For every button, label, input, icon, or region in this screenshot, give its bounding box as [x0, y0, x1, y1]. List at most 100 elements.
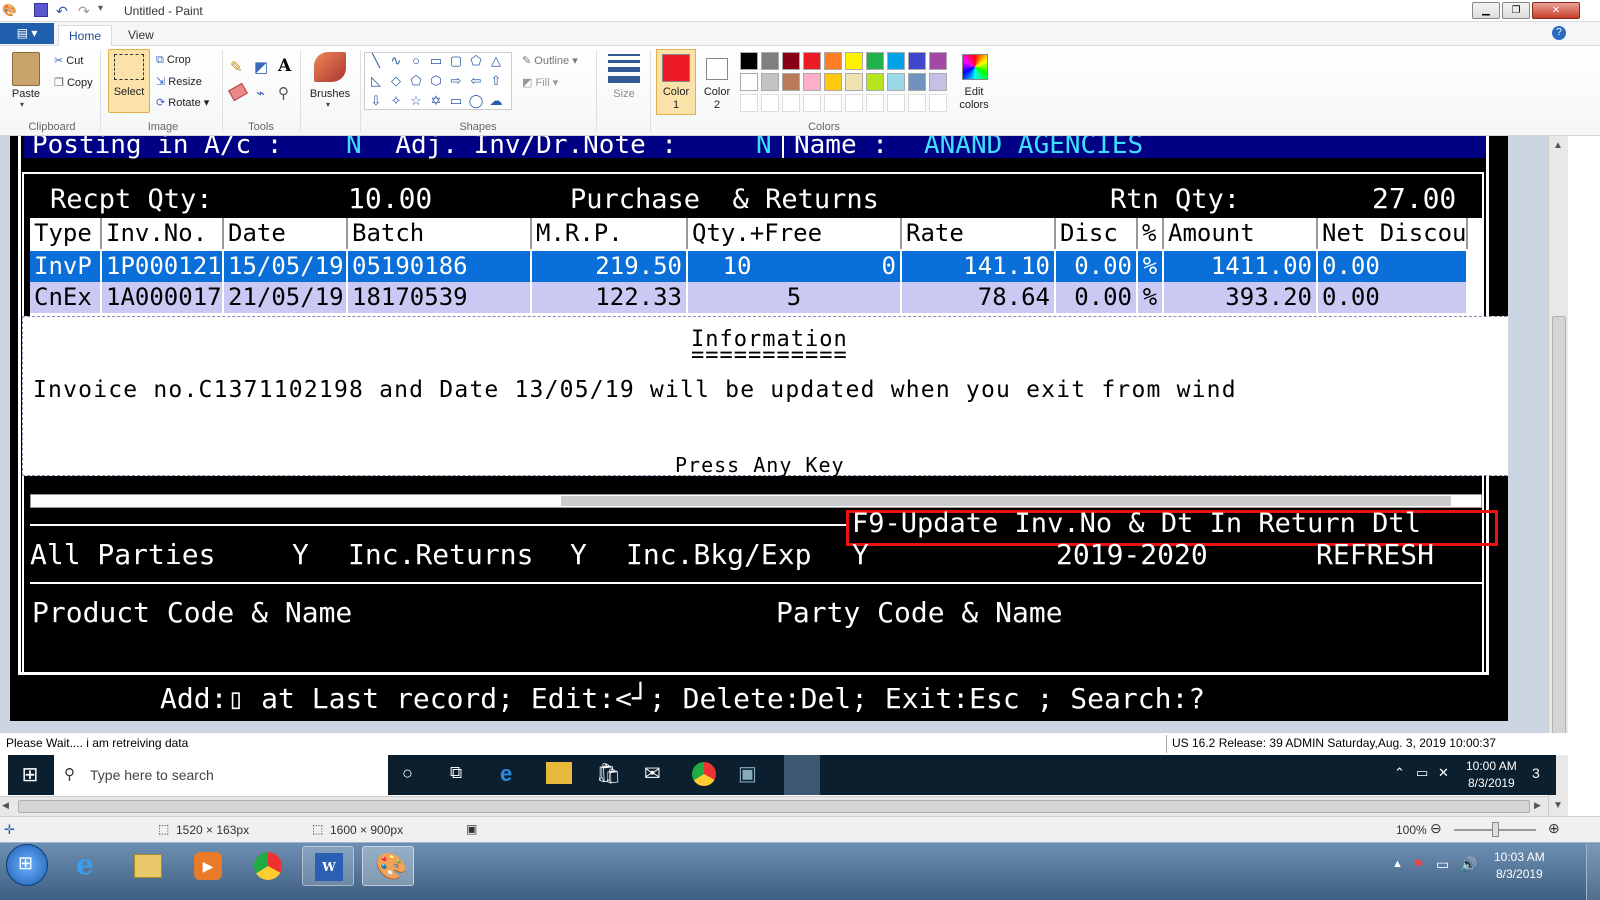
palette-swatch[interactable] [887, 73, 905, 91]
crop-button[interactable]: ⧉ Crop [156, 54, 191, 67]
palette-swatch[interactable] [824, 73, 842, 91]
fill-button[interactable]: ◩ Fill ▾ [522, 76, 558, 89]
palette-empty-swatch[interactable] [929, 94, 947, 112]
palette-swatch[interactable] [740, 52, 758, 70]
help-icon[interactable]: ? [1552, 26, 1566, 40]
clock-time[interactable]: 10:03 AM [1494, 850, 1545, 864]
palette-swatch[interactable] [866, 52, 884, 70]
column-header[interactable]: Batch [348, 218, 532, 249]
rotate-button[interactable]: ⟳ Rotate ▾ [156, 96, 209, 109]
palette-swatch[interactable] [929, 52, 947, 70]
table-cell[interactable]: 1A000017 [102, 282, 224, 313]
brushes-dropdown-icon[interactable]: ▾ [326, 100, 330, 109]
paste-button[interactable]: Paste [8, 88, 44, 100]
table-cell[interactable]: 0.00 [1056, 282, 1138, 313]
callout-oval-icon[interactable]: ◯ [468, 94, 484, 108]
scroll-right-icon[interactable]: ▶ [1534, 800, 1541, 811]
redo-icon[interactable]: ↷ [78, 3, 92, 19]
zoom-out-icon[interactable]: ⊖ [1430, 820, 1442, 837]
fill-bucket-icon[interactable]: ◩ [254, 58, 268, 76]
table-cell[interactable]: 393.20 [1164, 282, 1318, 313]
palette-empty-swatch[interactable] [866, 94, 884, 112]
file-menu-button[interactable]: ▤ ▾ [0, 23, 54, 44]
tab-home[interactable]: Home [58, 25, 113, 46]
five-point-star-icon[interactable]: ☆ [408, 94, 424, 108]
table-cell[interactable]: 0.00 [1056, 251, 1138, 282]
horizontal-scrollbar[interactable]: ◀ ▶ [0, 796, 1548, 816]
four-point-star-icon[interactable]: ✧ [388, 94, 404, 108]
column-header[interactable]: % [1138, 218, 1164, 249]
network-icon[interactable]: ▭ [1436, 856, 1449, 873]
right-arrow-shape-icon[interactable]: ⇨ [448, 74, 464, 88]
palette-swatch[interactable] [782, 52, 800, 70]
table-cell[interactable]: 1411.00 [1164, 251, 1318, 282]
table-cell[interactable]: 219.50 [532, 251, 688, 282]
horizontal-scroll-thumb[interactable] [18, 800, 1530, 813]
palette-empty-swatch[interactable] [761, 94, 779, 112]
line-shape-icon[interactable]: ╲ [368, 54, 384, 68]
callout-rect-icon[interactable]: ▭ [448, 94, 464, 108]
rounded-rect-shape-icon[interactable]: ▢ [448, 54, 464, 68]
palette-swatch[interactable] [740, 73, 758, 91]
six-point-star-icon[interactable]: ✡ [428, 94, 444, 108]
tray-expand-icon[interactable]: ▲ [1392, 858, 1403, 870]
magnifier-icon[interactable]: ⚲ [278, 84, 289, 102]
start-orb[interactable]: ⊞ [6, 844, 48, 886]
callout-cloud-icon[interactable]: ☁ [488, 94, 504, 108]
resize-button[interactable]: ⇲ Resize [156, 75, 202, 88]
up-arrow-shape-icon[interactable]: ⇧ [488, 74, 504, 88]
left-arrow-shape-icon[interactable]: ⇦ [468, 74, 484, 88]
color2-label[interactable]: Color 2 [698, 86, 736, 112]
palette-swatch[interactable] [824, 52, 842, 70]
palette-swatch[interactable] [845, 52, 863, 70]
table-cell[interactable]: 5 [688, 282, 902, 313]
column-header[interactable]: Net Discou [1318, 218, 1468, 249]
palette-empty-swatch[interactable] [803, 94, 821, 112]
text-tool-icon[interactable]: A [278, 56, 291, 76]
table-hscroll-thumb[interactable] [561, 496, 1451, 506]
triangle-shape-icon[interactable]: △ [488, 54, 504, 68]
paste-dropdown-icon[interactable]: ▾ [20, 100, 24, 109]
pencil-icon[interactable]: ✎ [230, 58, 243, 76]
palette-swatch[interactable] [908, 52, 926, 70]
table-cell[interactable]: 141.10 [902, 251, 1056, 282]
scroll-down-icon[interactable]: ▼ [1553, 800, 1563, 811]
table-cell[interactable]: 0.00 [1318, 251, 1468, 282]
hexagon-shape-icon[interactable]: ⬡ [428, 74, 444, 88]
vertical-scroll-thumb[interactable] [1552, 316, 1566, 736]
column-header[interactable]: M.R.P. [532, 218, 688, 249]
customize-qa-icon[interactable]: ▾ [98, 3, 112, 17]
column-header[interactable]: Disc [1056, 218, 1138, 249]
palette-swatch[interactable] [929, 73, 947, 91]
table-vscroll[interactable] [1468, 218, 1482, 318]
palette-swatch[interactable] [803, 52, 821, 70]
table-cell[interactable]: 18170539 [348, 282, 532, 313]
table-cell[interactable]: % [1138, 282, 1164, 313]
pentagon-shape-icon[interactable]: ⬠ [408, 74, 424, 88]
polygon-shape-icon[interactable]: ⬠ [468, 54, 484, 68]
outline-button[interactable]: ✎ Outline ▾ [522, 54, 578, 67]
column-header[interactable]: Qty.+Free [688, 218, 902, 249]
taskbar-word[interactable]: W [302, 846, 354, 886]
maximize-button[interactable]: ❐ [1502, 2, 1530, 19]
palette-swatch[interactable] [761, 52, 779, 70]
table-cell[interactable]: CnEx [30, 282, 102, 313]
undo-icon[interactable]: ↶ [56, 3, 70, 19]
size-button[interactable]: Size [604, 88, 644, 100]
clock-date[interactable]: 8/3/2019 [1496, 867, 1543, 881]
cut-button[interactable]: ✂ Cut [54, 54, 83, 67]
palette-empty-swatch[interactable] [887, 94, 905, 112]
palette-swatch[interactable] [887, 52, 905, 70]
column-header[interactable]: Inv.No. [102, 218, 224, 249]
close-button[interactable]: ✕ [1532, 2, 1580, 19]
curve-shape-icon[interactable]: ∿ [388, 54, 404, 68]
taskbar-explorer[interactable] [122, 846, 174, 886]
table-cell[interactable]: 05190186 [348, 251, 532, 282]
table-cell[interactable]: 78.64 [902, 282, 1056, 313]
column-header[interactable]: Amount [1164, 218, 1318, 249]
edit-colors-button[interactable]: Edit colors [952, 86, 996, 112]
table-hscroll[interactable] [30, 494, 1482, 508]
palette-empty-swatch[interactable] [824, 94, 842, 112]
save-icon[interactable] [34, 3, 48, 17]
action-center-icon[interactable]: ⚑ [1412, 856, 1425, 873]
